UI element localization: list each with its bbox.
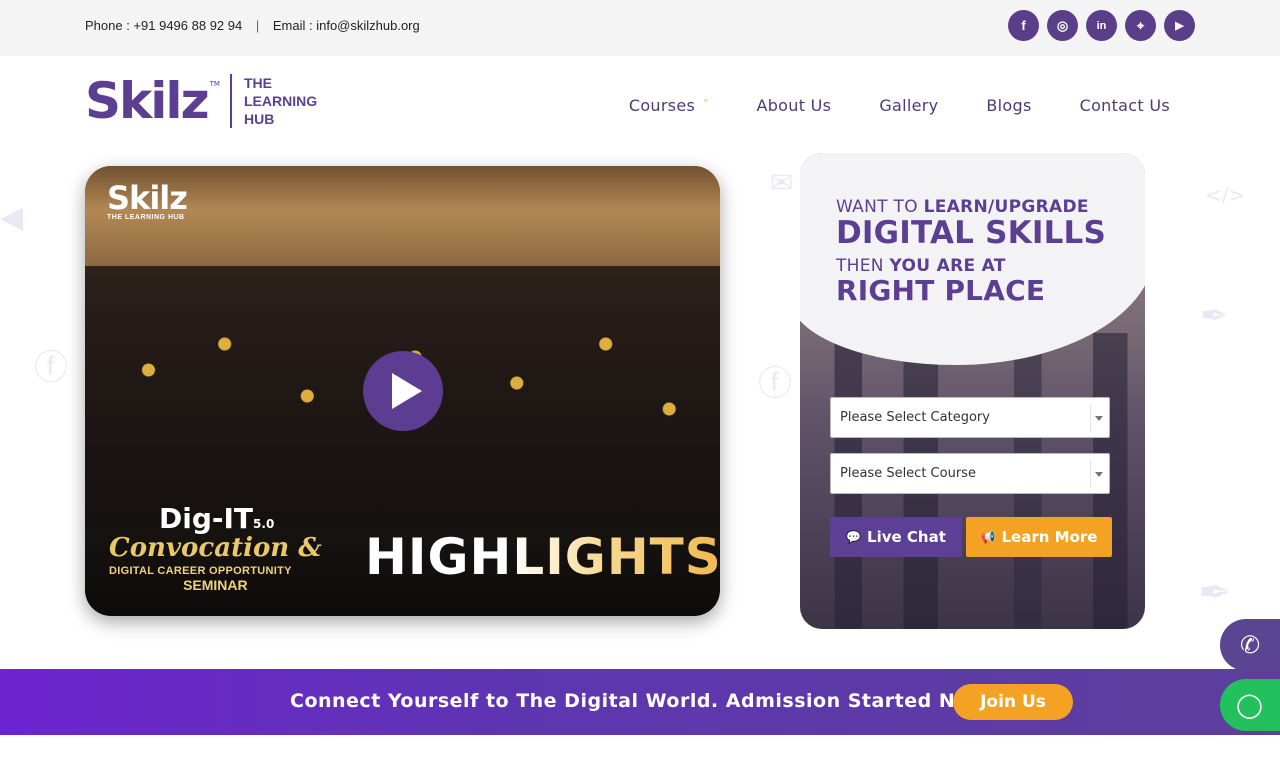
headline-line-1-bold: LEARN/UPGRADE	[923, 197, 1089, 217]
headline-line-1: WANT TO LEARN/UPGRADE	[836, 197, 1106, 217]
logo-divider	[229, 74, 232, 128]
code-decor-icon: </>	[1205, 183, 1246, 207]
dropdown-arrow-icon	[1095, 416, 1103, 421]
phone-number[interactable]: Phone : +91 9496 88 92 94	[85, 18, 242, 33]
event-line-convocation: Convocation &	[109, 533, 322, 563]
highlights-video[interactable]: Skilz THE LEARNING HUB Dig-IT5.0 Convoca…	[85, 166, 720, 616]
event-version: 5.0	[253, 517, 275, 531]
video-logo-tag: THE LEARNING HUB	[107, 214, 185, 221]
select-divider	[1090, 404, 1091, 432]
arrow-decor-icon: ◀	[0, 200, 24, 235]
nav-blogs[interactable]: Blogs	[986, 96, 1031, 115]
logo-wordmark: Skilz	[85, 72, 210, 130]
headline-line-1-light: WANT TO	[836, 197, 924, 217]
youtube-icon[interactable]: ▶	[1164, 10, 1195, 41]
email-address[interactable]: Email : info@skilzhub.org	[273, 18, 420, 33]
pen-decor-icon: ✒	[1200, 296, 1229, 336]
whatsapp-button[interactable]: ◯	[1220, 679, 1280, 731]
facebook-decor-icon: ⓕ	[758, 364, 792, 404]
nav-courses-label: Courses	[628, 96, 696, 115]
video-logo-word: Skilz	[107, 179, 188, 217]
video-logo: Skilz THE LEARNING HUB	[107, 179, 188, 221]
learn-more-button[interactable]: 📢 Learn More	[966, 517, 1112, 557]
site-header: Skilz TM THE LEARNING HUB Courses ˅ About…	[0, 56, 1280, 152]
event-line-seminar: SEMINAR	[183, 577, 248, 593]
banner-message: Connect Yourself to The Digital World. A…	[290, 690, 1009, 712]
facebook-decor-icon: ⓕ	[34, 348, 68, 388]
live-chat-button[interactable]: 💬 Live Chat	[830, 517, 962, 557]
headline-line-3-bold: YOU ARE AT	[889, 255, 1006, 276]
logo-trademark: TM	[209, 80, 220, 88]
enquiry-card: WANT TO LEARN/UPGRADE DIGITAL SKILLS THE…	[800, 153, 1145, 629]
nav-courses[interactable]: Courses ˅	[629, 96, 709, 115]
live-chat-label: Live Chat	[867, 528, 946, 546]
facebook-icon[interactable]: f	[1008, 10, 1039, 41]
highlights-title: HIGHLIGHTS	[365, 528, 720, 586]
select-divider	[1090, 460, 1091, 488]
main-nav: Courses ˅ About Us Gallery Blogs Contact …	[629, 96, 1170, 115]
whatsapp-icon: ◯	[1236, 691, 1263, 719]
event-title-text: Dig-IT	[159, 502, 254, 535]
logo-tagline: THE LEARNING HUB	[244, 74, 317, 128]
brand-logo[interactable]: Skilz TM THE LEARNING HUB	[85, 74, 317, 128]
logo-tagline-line: HUB	[243, 111, 275, 127]
contact-separator: |	[255, 18, 260, 33]
linkedin-icon[interactable]: in	[1086, 10, 1117, 41]
chat-bubble-icon: 💬	[846, 530, 862, 544]
headline-line-2: DIGITAL SKILLS	[836, 215, 1107, 251]
join-us-button[interactable]: Join Us	[953, 684, 1073, 720]
call-button[interactable]: ✆	[1220, 619, 1280, 671]
dropdown-arrow-icon	[1095, 472, 1103, 477]
top-bar: Phone : +91 9496 88 92 94 | Email : info…	[0, 0, 1280, 56]
chevron-down-icon: ˅	[703, 99, 709, 110]
instagram-icon[interactable]: ◎	[1047, 10, 1078, 41]
course-select-value: Please Select Course	[840, 466, 976, 481]
headline-line-4: RIGHT PLACE	[836, 273, 1046, 307]
play-icon	[392, 373, 422, 409]
headline-line-3: THEN YOU ARE AT	[836, 256, 1106, 276]
play-button[interactable]	[363, 351, 443, 431]
category-select-value: Please Select Category	[840, 410, 990, 425]
headline-text: WANT TO LEARN/UPGRADE DIGITAL SKILLS THE…	[836, 197, 1106, 305]
headline-line-3-light: THEN	[836, 255, 890, 276]
contact-info: Phone : +91 9496 88 92 94 | Email : info…	[85, 18, 420, 33]
map-pin-icon[interactable]: ⌖	[1125, 10, 1156, 41]
event-title: Dig-IT5.0	[109, 502, 322, 535]
logo-tagline-line: THE	[243, 75, 272, 91]
nav-about[interactable]: About Us	[756, 96, 831, 115]
social-links: f ◎ in ⌖ ▶	[1008, 10, 1195, 41]
phone-icon: ✆	[1240, 631, 1261, 659]
nav-contact[interactable]: Contact Us	[1080, 96, 1170, 115]
pen-decor-icon: ✒	[1198, 570, 1232, 616]
logo-tagline-line: LEARNING	[243, 93, 318, 109]
learn-more-label: Learn More	[1001, 528, 1098, 546]
category-select[interactable]: Please Select Category	[830, 397, 1110, 438]
event-line-seminar-topic: DIGITAL CAREER OPPORTUNITY	[109, 565, 292, 577]
nav-gallery[interactable]: Gallery	[879, 96, 938, 115]
course-select[interactable]: Please Select Course	[830, 453, 1110, 494]
mail-decor-icon: ✉	[770, 166, 794, 199]
event-title-block: Dig-IT5.0 Convocation & DIGITAL CAREER O…	[109, 502, 322, 593]
megaphone-icon: 📢	[980, 530, 996, 544]
admission-banner: Connect Yourself to The Digital World. A…	[0, 669, 1280, 735]
